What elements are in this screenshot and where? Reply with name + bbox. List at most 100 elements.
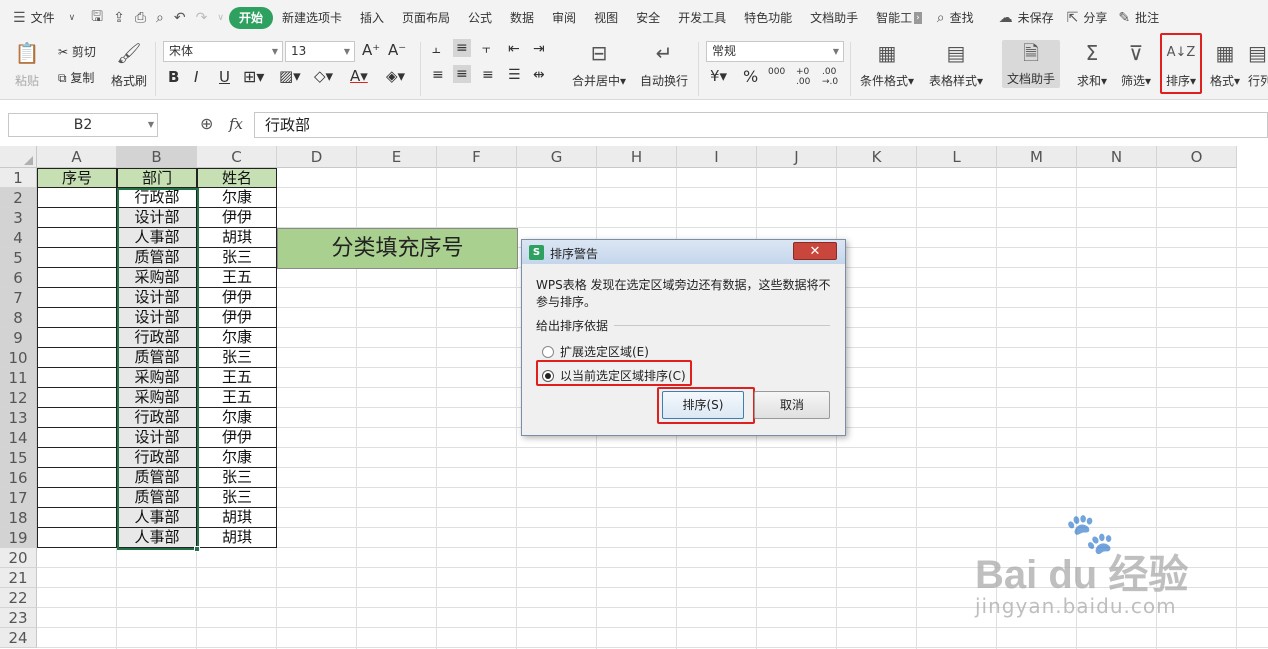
font-name-select[interactable]: 宋体 ▼	[163, 41, 283, 62]
radio-unchecked-icon[interactable]	[542, 346, 554, 358]
row-header-21[interactable]: 21	[0, 568, 37, 588]
more-tabs-icon[interactable]: ›	[914, 12, 922, 24]
table-style-button[interactable]: ▤ 表格样式▾	[926, 40, 986, 89]
underline-icon[interactable]: U	[219, 68, 230, 86]
decimal-increase-icon[interactable]: +0.00	[796, 67, 810, 87]
comment-button[interactable]: 批注	[1135, 7, 1159, 29]
column-header-a[interactable]: A	[37, 146, 117, 168]
header-cell-name[interactable]: 姓名	[197, 168, 277, 188]
tab-security[interactable]: 安全	[627, 7, 669, 29]
name-cell[interactable]: 尔康	[197, 408, 277, 428]
preview-icon[interactable]: ⌕	[151, 10, 169, 26]
fill-handle[interactable]	[194, 546, 200, 552]
format-painter-button[interactable]: 🖌 格式刷	[110, 40, 148, 89]
row-header-6[interactable]: 6	[0, 268, 37, 288]
paste-button[interactable]: 📋 粘贴	[10, 40, 44, 89]
row-col-button[interactable]: ▤ 行列	[1248, 40, 1268, 89]
font-size-select[interactable]: 13 ▼	[285, 41, 355, 62]
unsaved-status[interactable]: 未保存	[1018, 7, 1062, 29]
search-icon[interactable]: ⌕	[932, 10, 950, 26]
save-icon[interactable]: 🖫	[86, 6, 108, 30]
number-format-select[interactable]: 常规 ▼	[706, 41, 844, 62]
distribute-icon[interactable]: ⇹	[533, 67, 545, 83]
seq-cell[interactable]	[37, 188, 117, 208]
decimal-decrease-icon[interactable]: .00 →.0	[822, 67, 838, 87]
tab-features[interactable]: 特色功能	[735, 7, 801, 29]
column-header-o[interactable]: O	[1157, 146, 1237, 168]
seq-cell[interactable]	[37, 528, 117, 548]
seq-cell[interactable]	[37, 488, 117, 508]
column-header-n[interactable]: N	[1077, 146, 1157, 168]
row-header-13[interactable]: 13	[0, 408, 37, 428]
thousands-icon[interactable]: 000	[768, 67, 785, 77]
justify-icon[interactable]: ☰	[508, 67, 521, 83]
cancel-button[interactable]: 取消	[754, 391, 830, 419]
row-header-16[interactable]: 16	[0, 468, 37, 488]
seq-cell[interactable]	[37, 288, 117, 308]
merge-center-button[interactable]: ⊟ 合并居中▾	[568, 40, 630, 89]
row-header-18[interactable]: 18	[0, 508, 37, 528]
zoom-icon[interactable]: ⊕	[200, 114, 213, 133]
header-cell-seq[interactable]: 序号	[37, 168, 117, 188]
column-header-e[interactable]: E	[357, 146, 437, 168]
row-header-4[interactable]: 4	[0, 228, 37, 248]
row-header-3[interactable]: 3	[0, 208, 37, 228]
row-header-22[interactable]: 22	[0, 588, 37, 608]
seq-cell[interactable]	[37, 408, 117, 428]
copy-button[interactable]: ⧉ 复制	[58, 69, 94, 86]
align-right-icon[interactable]: ≡	[482, 67, 494, 83]
tab-data[interactable]: 数据	[501, 7, 543, 29]
row-header-7[interactable]: 7	[0, 288, 37, 308]
row-header-17[interactable]: 17	[0, 488, 37, 508]
row-header-15[interactable]: 15	[0, 448, 37, 468]
tab-insert[interactable]: 插入	[351, 7, 393, 29]
name-cell[interactable]: 尔康	[197, 328, 277, 348]
align-left-icon[interactable]: ≡	[432, 67, 444, 83]
row-header-10[interactable]: 10	[0, 348, 37, 368]
seq-cell[interactable]	[37, 308, 117, 328]
column-header-j[interactable]: J	[757, 146, 837, 168]
font-color-icon[interactable]: A▾	[350, 67, 368, 85]
align-center-icon[interactable]: ≡	[453, 65, 471, 83]
row-header-1[interactable]: 1	[0, 168, 37, 188]
seq-cell[interactable]	[37, 468, 117, 488]
option-expand[interactable]: 扩展选定区域(E)	[542, 343, 649, 360]
select-all-corner[interactable]	[0, 146, 37, 168]
row-header-19[interactable]: 19	[0, 528, 37, 548]
row-header-12[interactable]: 12	[0, 388, 37, 408]
sum-button[interactable]: Σ 求和▾	[1072, 40, 1112, 89]
tab-layout[interactable]: 页面布局	[393, 7, 459, 29]
chevron-down-icon[interactable]: ∨	[64, 13, 81, 23]
seq-cell[interactable]	[37, 508, 117, 528]
name-cell[interactable]: 伊伊	[197, 308, 277, 328]
italic-icon[interactable]: I	[194, 68, 198, 86]
search-button[interactable]: 查找	[950, 7, 994, 29]
name-cell[interactable]: 伊伊	[197, 428, 277, 448]
indent-increase-icon[interactable]: ⇥	[533, 41, 545, 57]
row-header-20[interactable]: 20	[0, 548, 37, 568]
clear-format-icon[interactable]: ◈▾	[386, 67, 405, 85]
filter-button[interactable]: ⊽ 筛选▾	[1116, 40, 1156, 89]
seq-cell[interactable]	[37, 348, 117, 368]
doc-helper-button[interactable]: 🗎 文档助手	[1002, 40, 1060, 88]
indent-decrease-icon[interactable]: ⇤	[508, 41, 520, 57]
chevron-down-icon[interactable]: ∨	[212, 13, 229, 23]
fill-color-icon[interactable]: ◇▾	[314, 67, 333, 85]
seq-cell[interactable]	[37, 268, 117, 288]
seq-cell[interactable]	[37, 328, 117, 348]
seq-cell[interactable]	[37, 368, 117, 388]
hamburger-icon[interactable]: ☰	[8, 10, 31, 26]
column-header-b[interactable]: B	[117, 146, 197, 168]
seq-cell[interactable]	[37, 208, 117, 228]
share-icon[interactable]: ⇱	[1062, 10, 1084, 26]
tab-review[interactable]: 审阅	[543, 7, 585, 29]
tab-formula[interactable]: 公式	[459, 7, 501, 29]
close-icon[interactable]: ✕	[793, 242, 837, 260]
file-menu[interactable]: 文件	[31, 7, 64, 29]
name-cell[interactable]: 胡琪	[197, 508, 277, 528]
align-top-icon[interactable]: ⫠	[432, 41, 440, 57]
name-cell[interactable]: 伊伊	[197, 208, 277, 228]
name-cell[interactable]: 伊伊	[197, 288, 277, 308]
tab-doc-helper[interactable]: 文档助手	[801, 7, 867, 29]
row-header-14[interactable]: 14	[0, 428, 37, 448]
